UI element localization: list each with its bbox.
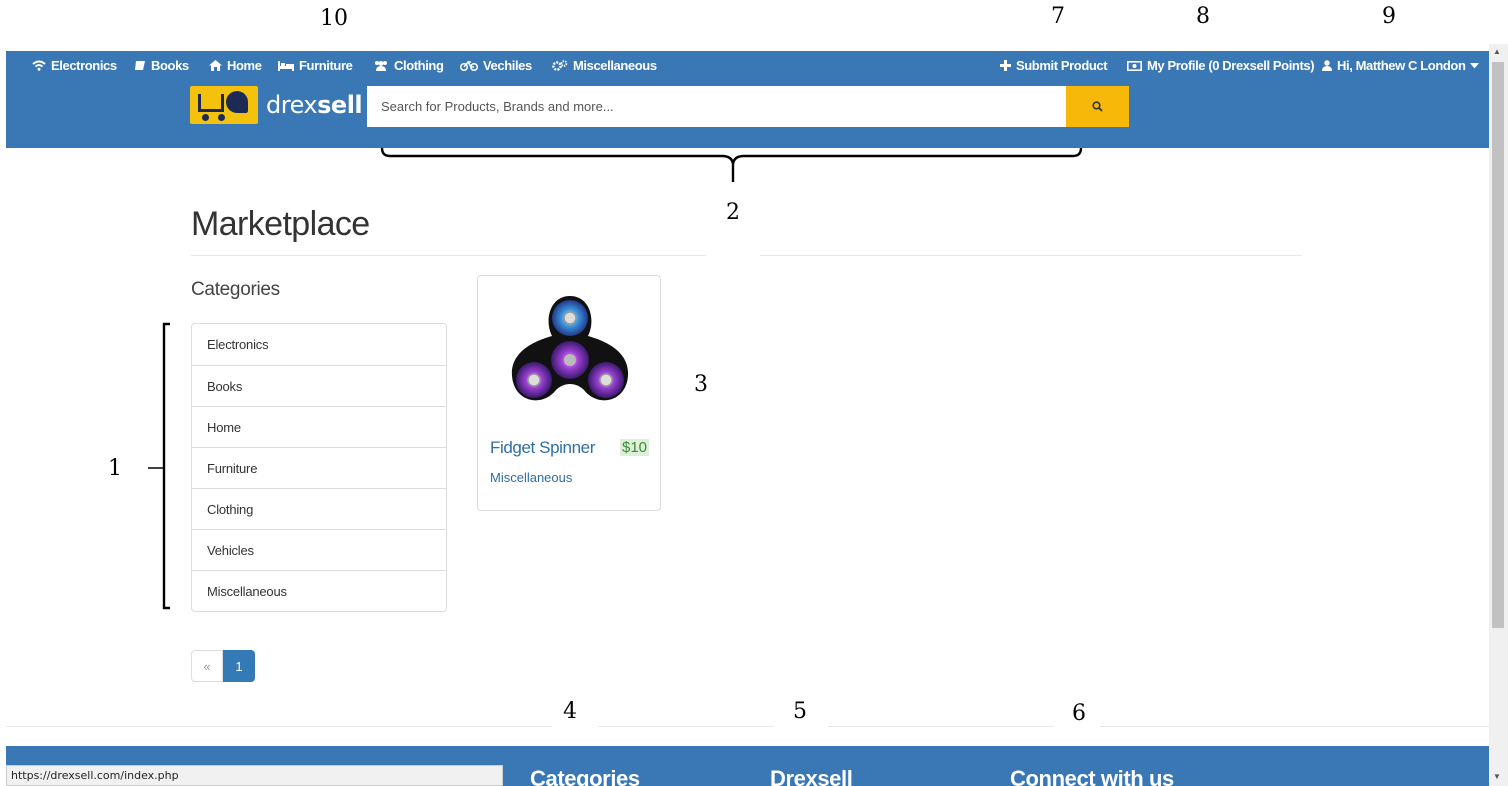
search-button[interactable] <box>1066 86 1129 127</box>
annotation-5: 5 <box>793 699 807 724</box>
book-icon <box>135 61 145 70</box>
scroll-up-arrow-icon[interactable]: ▲ <box>1493 47 1501 56</box>
brand-name: drexsell <box>266 91 363 119</box>
title-divider <box>191 255 706 256</box>
footer-divider <box>6 726 552 727</box>
user-menu[interactable]: Hi, Matthew C London <box>1322 58 1480 73</box>
annotation-7: 7 <box>1051 4 1065 29</box>
product-card[interactable]: Fidget Spinner $10 Miscellaneous <box>477 275 661 511</box>
submit-product-link[interactable]: Submit Product <box>1000 58 1108 73</box>
pagination-page-1[interactable]: 1 <box>223 650 255 682</box>
annotation-1: 1 <box>108 456 122 481</box>
annotation-2: 2 <box>726 200 740 225</box>
nav-vehicles[interactable]: Vechiles <box>460 58 532 73</box>
nav-electronics-label: Electronics <box>51 58 117 73</box>
nav-books-label: Books <box>151 58 189 73</box>
category-item-clothing[interactable]: Clothing <box>192 488 446 529</box>
annotation-brace-2 <box>380 147 1083 182</box>
navbar: Electronics Books Home Furniture Clothin… <box>6 51 1489 148</box>
home-icon <box>209 60 222 71</box>
status-bar-url: https://drexsell.com/index.php <box>6 765 503 786</box>
cogs-icon <box>552 60 568 71</box>
product-price: $10 <box>620 439 650 456</box>
annotation-9: 9 <box>1382 4 1396 29</box>
money-icon <box>1127 60 1142 71</box>
product-title[interactable]: Fidget Spinner <box>490 438 595 458</box>
nav-home[interactable]: Home <box>209 58 262 73</box>
footer-divider-3 <box>828 726 1054 727</box>
product-category[interactable]: Miscellaneous <box>490 470 572 485</box>
category-item-home[interactable]: Home <box>192 406 446 447</box>
fidget-spinner-image <box>511 296 629 401</box>
my-profile-link[interactable]: My Profile (0 Drexsell Points) <box>1127 58 1315 73</box>
cart-logo-icon <box>190 86 258 124</box>
footer-drexsell-heading: Drexsell <box>770 766 853 786</box>
category-item-vehicles[interactable]: Vehicles <box>192 529 446 570</box>
page-title: Marketplace <box>191 205 370 243</box>
nav-vehicles-label: Vechiles <box>483 58 532 73</box>
footer-divider-4 <box>1100 726 1489 727</box>
nav-clothing-label: Clothing <box>394 58 444 73</box>
footer-connect-heading: Connect with us <box>1010 766 1174 786</box>
nav-miscellaneous[interactable]: Miscellaneous <box>552 58 657 73</box>
annotation-3: 3 <box>694 372 708 397</box>
nav-miscellaneous-label: Miscellaneous <box>573 58 657 73</box>
footer-divider-2 <box>598 726 774 727</box>
annotation-6: 6 <box>1072 701 1086 726</box>
annotation-10: 10 <box>320 6 348 31</box>
category-list: Electronics Books Home Furniture Clothin… <box>191 323 447 612</box>
categories-heading: Categories <box>191 279 280 300</box>
footer-categories-heading: Categories <box>530 766 640 786</box>
brand-name-bold: sell <box>317 91 363 119</box>
search-icon <box>1092 101 1103 112</box>
pagination-prev-button[interactable]: « <box>191 650 223 682</box>
annotation-brace-1 <box>148 322 170 610</box>
annotation-8: 8 <box>1196 4 1210 29</box>
category-item-furniture[interactable]: Furniture <box>192 447 446 488</box>
bicycle-icon <box>460 60 478 71</box>
user-icon <box>1322 60 1332 71</box>
title-divider-right <box>760 255 1302 256</box>
submit-product-label: Submit Product <box>1016 58 1108 73</box>
category-item-electronics[interactable]: Electronics <box>192 324 446 365</box>
users-icon <box>375 61 387 71</box>
top-nav: Electronics Books Home Furniture Clothin… <box>6 51 1489 81</box>
nav-clothing[interactable]: Clothing <box>373 58 444 73</box>
plus-icon <box>1000 60 1011 71</box>
site-logo[interactable]: drexsell <box>190 86 363 124</box>
scroll-down-arrow-icon[interactable]: ▼ <box>1493 772 1501 781</box>
nav-home-label: Home <box>227 58 262 73</box>
bed-icon <box>278 60 294 71</box>
wifi-icon <box>32 60 46 71</box>
search-input[interactable] <box>367 86 1066 127</box>
vertical-scrollbar[interactable]: ▲ ▼ <box>1489 44 1508 786</box>
nav-furniture-label: Furniture <box>299 58 353 73</box>
annotation-4: 4 <box>563 699 577 724</box>
user-greeting: Hi, Matthew C London <box>1337 58 1466 73</box>
category-item-miscellaneous[interactable]: Miscellaneous <box>192 570 446 611</box>
nav-furniture[interactable]: Furniture <box>278 58 353 73</box>
brand-name-light: drex <box>266 91 318 119</box>
nav-books[interactable]: Books <box>134 58 189 73</box>
pagination: « 1 <box>191 650 255 682</box>
category-item-books[interactable]: Books <box>192 365 446 406</box>
nav-electronics[interactable]: Electronics <box>32 58 117 73</box>
caret-down-icon <box>1470 62 1480 68</box>
scrollbar-thumb[interactable] <box>1492 62 1504 628</box>
my-profile-label: My Profile (0 Drexsell Points) <box>1147 58 1315 73</box>
